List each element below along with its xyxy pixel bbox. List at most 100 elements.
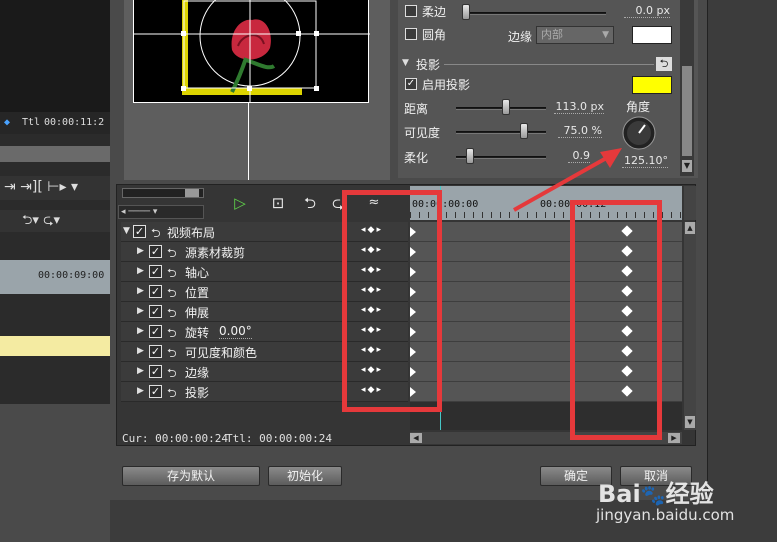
expand-arrow-icon[interactable]: ▶ (137, 366, 144, 376)
enable-shadow-checkbox[interactable]: ✓ (405, 78, 417, 90)
background-editor: ◆ Ttl 00:00:11:2 ⇥ ⇥][ ⊢▸ ▾ ⮌▾ ⮎▾ 00:00:… (0, 0, 110, 542)
bg-ruler: 00:00:09:00 (0, 260, 110, 294)
soft-edge-thumb[interactable] (462, 4, 470, 20)
bg-edit-buttons[interactable]: ⮌▾ ⮎▾ (0, 210, 110, 232)
shadow-section-title: 投影 (416, 58, 441, 72)
loop-icon[interactable]: ⊡ (266, 193, 290, 213)
round-color-swatch[interactable] (632, 26, 672, 44)
expand-arrow-icon[interactable]: ▶ (137, 306, 144, 316)
expand-arrow-icon[interactable]: ▶ (137, 286, 144, 296)
chevron-down-icon: ▼ (602, 30, 609, 40)
tree-checkbox[interactable]: ✓ (149, 285, 162, 298)
tree-label: 位置 (185, 286, 210, 300)
tree-checkbox[interactable]: ✓ (149, 345, 162, 358)
bg-ttl-label: Ttl (22, 117, 41, 128)
preview-frame (133, 0, 370, 103)
total-time: Ttl: 00:00:00:24 (226, 432, 332, 445)
distance-label: 距离 (404, 102, 429, 116)
tree-checkbox[interactable]: ✓ (149, 305, 162, 318)
annotation-box-keyframes (570, 200, 662, 440)
bg-ttl-time: 00:00:11:2 (44, 117, 105, 128)
rose-preview-image (134, 0, 370, 103)
expand-arrow-icon[interactable]: ▶ (137, 326, 144, 336)
props-scroll-thumb[interactable] (682, 66, 692, 156)
tree-checkbox[interactable]: ✓ (149, 325, 162, 338)
distance-thumb[interactable] (502, 99, 510, 115)
scroll-left-icon[interactable]: ◀ (410, 433, 422, 443)
tree-checkbox[interactable]: ✓ (133, 225, 146, 238)
watermark-brand: Bai🐾经验 (598, 480, 714, 508)
initialize-button[interactable]: 初始化 (268, 466, 342, 486)
tree-checkbox[interactable]: ✓ (149, 385, 162, 398)
visibility-label: 可见度 (404, 126, 441, 140)
reset-icon[interactable]: ⮌ (656, 57, 672, 71)
bg-yellow-clip[interactable] (0, 336, 110, 356)
tree-label: 伸展 (185, 306, 210, 320)
expand-arrow-icon[interactable]: ▶ (137, 246, 144, 256)
angle-label: 角度 (626, 100, 651, 114)
tree-label: 投影 (185, 386, 210, 400)
tree-label: 边缘 (185, 366, 210, 380)
distance-value[interactable]: 113.0 px (554, 100, 604, 114)
current-time: Cur: 00:00:00:24 (122, 432, 228, 445)
visibility-thumb[interactable] (520, 123, 528, 139)
tree-label: 源素材裁剪 (185, 246, 246, 260)
border-select[interactable]: 内部 ▼ (536, 26, 614, 44)
tree-label: 视频布局 (167, 226, 216, 240)
scroll-right-icon[interactable]: ▶ (668, 433, 680, 443)
border-select-value: 内部 (541, 28, 563, 41)
tree-label: 旋转 (185, 326, 210, 340)
scroll-down-icon[interactable]: ▼ (682, 160, 692, 172)
expand-arrow-icon[interactable]: ▶ (137, 346, 144, 356)
visibility-value[interactable]: 75.0 % (558, 124, 602, 138)
background-preview (0, 0, 110, 112)
round-corner-checkbox[interactable] (405, 28, 417, 40)
bg-ruler-time: 00:00:09:00 (38, 270, 105, 281)
rotate-value[interactable]: 0.00° (219, 324, 252, 339)
tree-checkbox[interactable]: ✓ (149, 265, 162, 278)
ruler-scroll[interactable] (684, 186, 696, 220)
timeline-vscroll[interactable]: ▲ ▼ (684, 222, 696, 430)
distance-slider[interactable] (456, 107, 546, 110)
soften-label: 柔化 (404, 151, 429, 165)
background-timecode-bar: ◆ Ttl 00:00:11:2 (0, 112, 110, 134)
annotation-box-nav (342, 190, 442, 412)
tree-label: 轴心 (185, 266, 210, 280)
bg-ttl-marker: ◆ (4, 117, 11, 128)
annotation-arrow-icon (513, 148, 622, 212)
save-default-button[interactable]: 存为默认 (122, 466, 260, 486)
watermark-url: jingyan.baidu.com (596, 506, 735, 524)
background-scrollbar[interactable] (0, 146, 110, 162)
zoom-slider[interactable] (122, 188, 204, 198)
bg-track-area (0, 404, 110, 542)
collapse-arrow-icon[interactable]: ▼ (123, 226, 130, 236)
border-label: 边缘 (508, 30, 533, 44)
section-divider (444, 64, 654, 65)
tree-label: 可见度和颜色 (185, 346, 258, 360)
soft-edge-label: 柔边 (422, 5, 447, 19)
props-scrollbar[interactable]: ▼ (680, 0, 694, 176)
zoom-select[interactable]: ◂ ──── ▾ (118, 205, 204, 219)
reset-icon[interactable]: ⮌ (167, 384, 177, 405)
shadow-color-swatch[interactable] (632, 76, 672, 94)
soft-edge-slider[interactable] (466, 12, 606, 15)
tree-checkbox[interactable]: ✓ (149, 365, 162, 378)
visibility-slider[interactable] (456, 131, 546, 134)
bg-transport-buttons[interactable]: ⇥ ⇥][ ⊢▸ ▾ (0, 176, 110, 200)
enable-shadow-label: 启用投影 (422, 78, 471, 92)
preview-guide-vertical (248, 103, 249, 180)
zoom-thumb[interactable] (185, 189, 199, 197)
play-icon[interactable]: ▷ (228, 193, 252, 213)
expand-arrow-icon[interactable]: ▶ (137, 386, 144, 396)
soft-edge-value[interactable]: 0.0 px (624, 4, 670, 18)
scroll-up-icon[interactable]: ▲ (685, 222, 695, 234)
soft-edge-checkbox[interactable] (405, 5, 417, 17)
undo-icon[interactable]: ⮌ (298, 193, 322, 213)
expand-arrow-icon[interactable]: ▶ (137, 266, 144, 276)
tree-checkbox[interactable]: ✓ (149, 245, 162, 258)
round-corner-label: 圆角 (422, 28, 447, 42)
soften-thumb[interactable] (466, 148, 474, 164)
paw-icon: 🐾 (640, 483, 666, 507)
scroll-down-icon[interactable]: ▼ (685, 416, 695, 428)
collapse-icon[interactable]: ▼ (402, 58, 409, 68)
